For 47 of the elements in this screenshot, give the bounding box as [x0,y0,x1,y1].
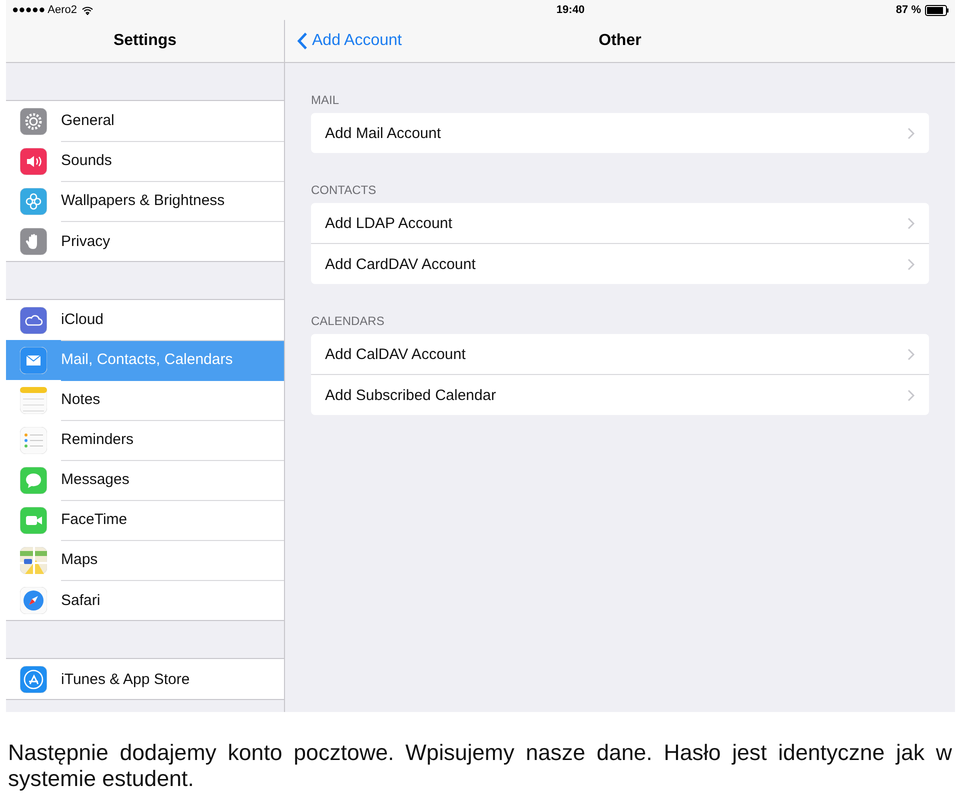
chevron-icon [907,388,915,402]
gear-icon [20,108,47,134]
chevron-icon [907,258,915,270]
settings-item[interactable]: Wallpapers & Brightness [6,181,284,221]
list-item[interactable]: Add CardDAV Account [311,244,929,284]
section-header: CALENDARS [311,313,386,330]
map-icon [20,546,47,574]
notepad-icon [20,386,47,414]
list-item[interactable]: Add Mail Account [311,113,929,153]
battery-percentage: 87 % [896,4,921,16]
compass-icon [20,586,47,614]
caption-text: Następnie dodajemy konto pocztowe. Wpisujemy nasze dane. Hasło jest identyczne jak w systemie estudent. [8,740,952,792]
chevron-icon [907,126,915,140]
video-camera-icon [20,506,47,534]
page-title: Other [598,32,642,50]
chevron-icon [907,348,915,360]
speech-bubble-icon [20,466,47,494]
settings-item[interactable]: Privacy [6,221,284,261]
app-store-icon [20,666,47,692]
section-header: CONTACTS [311,182,378,199]
carrier-label: ●●●●● Aero2 [12,4,78,16]
chevron-icon [907,216,915,230]
settings-item[interactable]: FaceTime [6,500,284,540]
back-chevron-icon[interactable] [297,32,308,50]
hand-icon [20,228,47,254]
settings-item[interactable]: General [6,101,284,141]
battery-icon [924,4,949,16]
list-icon [20,426,47,454]
settings-item[interactable]: iTunes & App Store [6,659,284,699]
flower-icon [20,188,47,214]
sidebar-title: Settings [6,20,284,63]
list-item[interactable]: Add CalDAV Account [311,334,929,375]
clock-time: 19:40 [556,4,585,16]
envelope-icon [20,346,47,374]
settings-item[interactable]: Reminders [6,420,284,460]
section-header: MAIL [311,92,340,109]
settings-item[interactable]: Maps [6,540,284,580]
list-item[interactable]: Add LDAP Account [311,203,929,244]
cloud-icon [20,306,47,334]
settings-item[interactable]: Messages [6,460,284,500]
speaker-icon [20,148,47,174]
list-item[interactable]: Add Subscribed Calendar [311,375,929,415]
wifi-icon [82,6,94,14]
back-button[interactable]: Add Account [291,20,408,62]
settings-item[interactable]: Safari [6,580,284,620]
settings-item[interactable]: Notes [6,380,284,420]
settings-item[interactable]: Sounds [6,141,284,181]
